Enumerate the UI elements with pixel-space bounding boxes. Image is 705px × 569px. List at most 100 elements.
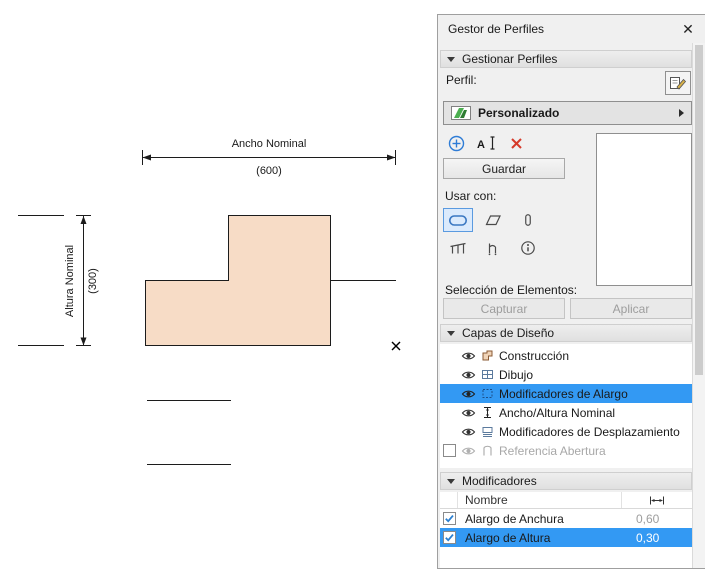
modifiers-table-header: Nombre [440,492,692,509]
delete-profile-button[interactable] [506,134,527,152]
construction-layer-icon [478,349,497,362]
close-icon[interactable]: ✕ [678,19,698,39]
dim-arrow-bottom [80,337,87,346]
dim-arrow-right [387,154,396,161]
visibility-eye-icon[interactable] [459,389,478,399]
modifier-row-height-stretch[interactable]: Alargo de Altura 0,30 [440,528,692,547]
collapse-triangle-icon [447,56,455,62]
visibility-eye-icon[interactable] [459,427,478,437]
pencil-document-icon [670,77,687,90]
profile-selected-value: Personalizado [478,106,560,120]
modifier-value[interactable]: 0,30 [622,531,692,545]
capture-button[interactable]: Capturar [443,298,565,319]
layer-label: Modificadores de Desplazamiento [499,424,680,439]
panel-scrollbar[interactable] [692,43,705,568]
layer-label: Ancho/Altura Nominal [499,405,616,420]
height-dimension-value: (300) [87,268,99,294]
visibility-eye-icon[interactable] [459,408,478,418]
value-column-header [622,492,692,508]
modifier-checkbox[interactable] [440,512,458,525]
collapse-triangle-icon [447,478,455,484]
profile-thumbnail-icon [451,106,471,120]
offset-modifier-layer-icon [478,425,497,438]
modifier-name: Alargo de Anchura [465,511,564,526]
section-layers-label: Capas de Diseño [462,326,555,340]
use-with-grid [443,208,543,260]
width-dimension-value: (600) [256,165,282,177]
modifier-name: Alargo de Altura [465,530,551,545]
fence-icon [450,242,466,254]
delete-x-icon [511,137,522,149]
new-profile-button[interactable] [446,134,467,152]
column-icon [525,214,531,226]
height-dimension: Altura Nominal (300) [64,215,99,346]
section-modifiers[interactable]: Modificadores [440,472,692,490]
profile-select[interactable]: Personalizado [443,101,692,125]
use-with-column-toggle[interactable] [513,208,543,232]
section-design-layers[interactable]: Capas de Diseño [440,324,692,342]
visibility-eye-icon[interactable] [459,351,478,361]
info-icon [521,241,535,255]
layer-row-drawing[interactable]: Dibujo [440,365,692,384]
layer-label: Dibujo [499,367,534,382]
section-manage-profiles[interactable]: Gestionar Perfiles [440,50,692,68]
stretch-hotspot-x-icon[interactable] [391,341,401,351]
layer-label: Construcción [499,348,570,363]
layer-row-construction[interactable]: Construcción [440,346,692,365]
collapse-triangle-icon [447,330,455,336]
save-button[interactable]: Guardar [443,158,565,179]
profile-shape[interactable] [145,215,331,346]
profile-manager-panel: Gestor de Perfiles ✕ Gestionar Perfiles … [437,14,705,569]
use-with-label: Usar con: [445,189,497,203]
layer-row-stretch-modifiers[interactable]: Modificadores de Alargo [440,384,692,403]
panel-titlebar: Gestor de Perfiles ✕ [438,15,705,43]
capture-apply-row: Capturar Aplicar [443,298,692,319]
layer-row-nominal-size[interactable]: Ancho/Altura Nominal [440,403,692,422]
profile-preview-box [596,133,692,286]
profile-editor-button[interactable] [665,71,691,95]
dim-arrow-top [80,216,87,224]
drawing-layer-icon [478,368,497,381]
wall-icon [448,214,467,226]
layer-checkbox[interactable] [440,444,459,457]
layer-row-offset-modifiers[interactable]: Modificadores de Desplazamiento [440,422,692,441]
use-with-info-button[interactable] [513,236,543,260]
element-selection-label: Selección de Elementos: [445,283,578,297]
profile-canvas: Ancho Nominal (600) Altura Nominal (300) [18,138,401,465]
use-with-fence-toggle[interactable] [443,236,473,260]
width-dimension: Ancho Nominal (600) [142,138,396,177]
use-with-railing-toggle[interactable] [478,236,508,260]
roof-icon [485,215,501,226]
layer-label: Modificadores de Alargo [499,386,628,401]
dim-arrow-left [142,154,151,161]
railing-icon [488,243,497,255]
checkbox-column-header [440,492,458,508]
height-dimension-label: Altura Nominal [64,245,76,317]
nominal-size-layer-icon [478,406,497,419]
profile-manager-screen: Ancho Nominal (600) Altura Nominal (300)… [0,0,705,569]
visibility-eye-icon[interactable] [459,370,478,380]
apply-button[interactable]: Aplicar [570,298,692,319]
modifier-checkbox[interactable] [440,531,458,544]
svg-text:A: A [477,139,485,151]
profile-toolbar: A [446,134,527,152]
profile-label: Perfil: [446,73,477,87]
section-modifiers-label: Modificadores [462,474,537,488]
use-with-roof-toggle[interactable] [478,208,508,232]
design-layers-list: Construcción Dibujo Modificadores de Ala… [440,344,692,468]
visibility-eye-icon-disabled[interactable] [459,446,478,456]
section-manage-label: Gestionar Perfiles [462,52,558,66]
layer-label: Referencia Abertura [499,443,606,458]
plus-circle-icon [448,135,465,151]
width-dimension-label: Ancho Nominal [232,138,307,150]
use-with-wall-toggle[interactable] [443,208,473,232]
name-column-header: Nombre [458,492,622,508]
rename-profile-button[interactable]: A [476,134,497,152]
modifiers-table: Nombre Alargo de Anchura 0,60 Alargo de … [440,492,692,568]
modifier-row-width-stretch[interactable]: Alargo de Anchura 0,60 [440,509,692,528]
modifier-value[interactable]: 0,60 [622,512,692,526]
chevron-right-icon [679,109,684,117]
stretch-modifier-layer-icon [478,387,497,400]
scrollbar-thumb[interactable] [695,45,703,375]
layer-row-opening-reference[interactable]: Referencia Abertura [440,441,692,460]
